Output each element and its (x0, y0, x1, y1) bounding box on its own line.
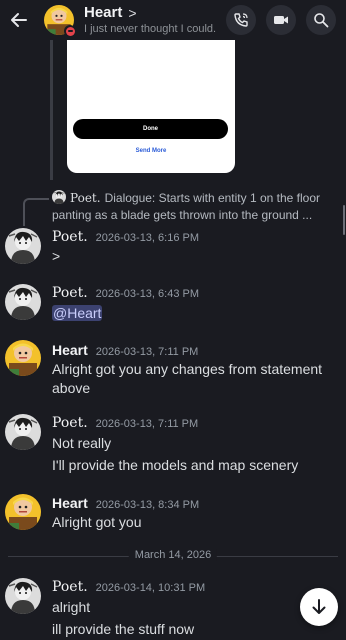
message-author[interactable]: Heart (52, 495, 88, 511)
message-timestamp: 2026-03-14, 10:31 PM (95, 582, 206, 594)
header-user-info[interactable]: Heart > I just never thought I could... (84, 4, 216, 36)
arrow-left-icon (11, 13, 27, 27)
message-timestamp: 2026-03-13, 8:34 PM (95, 499, 200, 511)
message-text: above (52, 380, 91, 396)
embedded-send-more-link: Send More (135, 148, 167, 154)
message-author[interactable]: Heart (52, 342, 88, 358)
header-username: Heart (84, 4, 123, 21)
dnd-status-icon (64, 25, 76, 37)
message-text: alright (52, 599, 91, 615)
chat-header: Heart > I just never thought I could... (0, 0, 346, 40)
message-author[interactable]: Poet. (52, 229, 88, 245)
message-author[interactable]: Poet. (52, 415, 88, 431)
date-divider: March 14, 2026 (8, 549, 338, 563)
phone-icon (234, 13, 248, 27)
message-text: Not really (52, 435, 112, 451)
avatar[interactable] (5, 578, 41, 614)
scrollbar-thumb[interactable] (343, 205, 345, 235)
message-timestamp: 2026-03-13, 7:11 PM (95, 418, 199, 430)
reply-connector (23, 198, 49, 226)
reply-avatar (52, 190, 66, 204)
message-author[interactable]: Poet. (52, 285, 88, 301)
embedded-done-button: Done (73, 119, 228, 139)
user-mention[interactable]: @Heart (52, 305, 103, 321)
search-icon (314, 13, 329, 28)
back-button[interactable] (0, 0, 38, 40)
header-custom-status: I just never thought I could... (84, 23, 216, 35)
message-author[interactable]: Poet. (52, 579, 88, 595)
message-timestamp: 2026-03-13, 6:43 PM (95, 288, 200, 300)
message-text: @Heart (52, 304, 103, 323)
avatar[interactable] (5, 414, 41, 450)
arrow-down-icon (312, 599, 326, 614)
embed-rail (50, 40, 53, 180)
message-timestamp: 2026-03-13, 7:11 PM (95, 346, 199, 358)
reply-author: Poet. (70, 191, 101, 205)
header-avatar[interactable] (44, 5, 76, 37)
video-camera-icon (274, 16, 288, 24)
image-attachment[interactable]: Done Send More (67, 40, 235, 173)
jump-to-present-button[interactable] (300, 588, 338, 626)
message-text: Alright got you any changes from stateme… (52, 361, 323, 377)
message-text: ill provide the stuff now (52, 621, 195, 637)
message-timestamp: 2026-03-13, 6:16 PM (95, 232, 200, 244)
voice-call-button[interactable] (226, 5, 256, 35)
message-text: > (52, 248, 61, 264)
chevron-right-icon: > (128, 5, 137, 21)
avatar[interactable] (5, 284, 41, 320)
search-button[interactable] (306, 5, 336, 35)
avatar[interactable] (5, 340, 41, 376)
video-call-button[interactable] (266, 5, 296, 35)
message-text: I'll provide the models and map scenery (52, 457, 299, 473)
avatar[interactable] (5, 228, 41, 264)
avatar[interactable] (5, 494, 41, 530)
date-divider-label: March 14, 2026 (128, 549, 218, 561)
message-text: Alright got you (52, 514, 142, 530)
reply-preview[interactable]: Poet. Dialogue: Starts with entity 1 on t… (52, 190, 338, 224)
